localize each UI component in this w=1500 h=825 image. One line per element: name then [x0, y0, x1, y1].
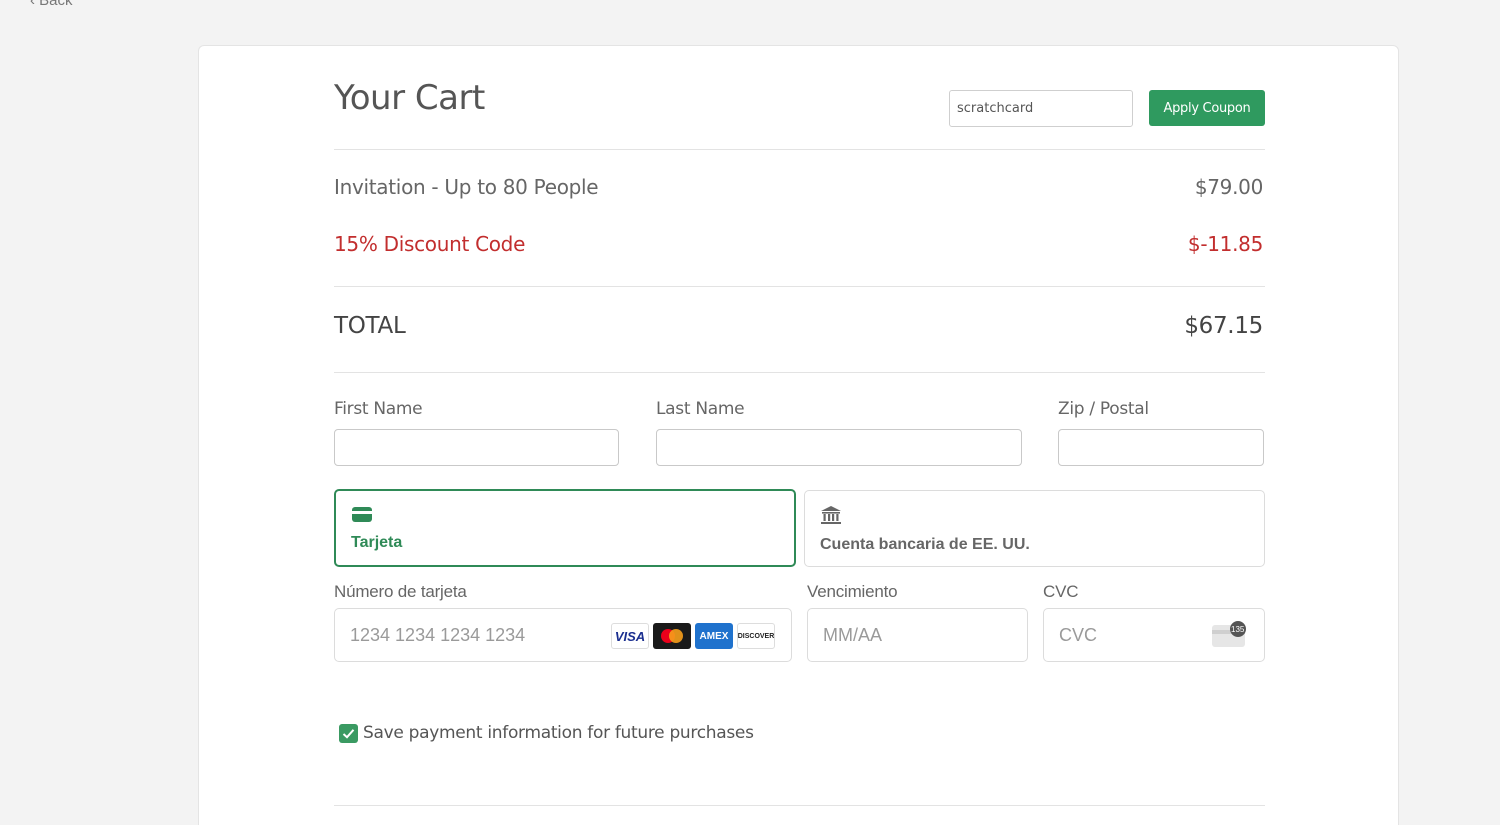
- discount-line: 15% Discount Code $-11.85: [334, 232, 1263, 256]
- apply-coupon-button[interactable]: Apply Coupon: [1149, 90, 1265, 126]
- line-item: Invitation - Up to 80 People $79.00: [334, 175, 1263, 199]
- cvc-hint-text: 135: [1231, 625, 1245, 634]
- cvc-hint-icon: 135: [1211, 620, 1247, 650]
- tab-bank-label: Cuenta bancaria de EE. UU.: [820, 536, 1030, 553]
- cvc-label: CVC: [1043, 582, 1079, 601]
- discover-icon: DISCOVER: [737, 623, 775, 649]
- tab-card-label: Tarjeta: [351, 534, 403, 551]
- cvc-wrapper: 135: [1043, 608, 1265, 662]
- expiry-input[interactable]: [807, 608, 1028, 662]
- line-item-label: Invitation - Up to 80 People: [334, 175, 599, 199]
- credit-card-icon: [351, 507, 373, 527]
- card-number-label: Número de tarjeta: [334, 582, 467, 601]
- first-name-label: First Name: [334, 399, 423, 419]
- total-line: TOTAL $67.15: [334, 313, 1263, 339]
- divider: [334, 805, 1265, 806]
- last-name-label: Last Name: [656, 399, 745, 419]
- first-name-field[interactable]: [334, 429, 619, 466]
- total-amount: $67.15: [1184, 313, 1263, 339]
- save-payment-label: Save payment information for future purc…: [363, 723, 754, 743]
- coupon-input[interactable]: [949, 90, 1133, 127]
- divider: [334, 149, 1265, 150]
- divider: [334, 286, 1265, 287]
- discount-label: 15% Discount Code: [334, 232, 526, 256]
- line-item-amount: $79.00: [1194, 175, 1263, 199]
- check-icon: [342, 728, 355, 739]
- save-payment-row[interactable]: Save payment information for future purc…: [339, 723, 754, 743]
- tab-card[interactable]: Tarjeta: [334, 489, 796, 567]
- discount-amount: $-11.85: [1187, 232, 1263, 256]
- mastercard-icon: [653, 623, 691, 649]
- amex-icon: AMEX: [695, 623, 733, 649]
- total-label: TOTAL: [334, 313, 406, 339]
- visa-icon: VISA: [611, 623, 649, 649]
- zip-label: Zip / Postal: [1058, 399, 1149, 419]
- save-payment-checkbox[interactable]: [339, 723, 358, 743]
- divider: [334, 372, 1265, 373]
- bank-icon: [820, 506, 842, 529]
- expiry-label: Vencimiento: [807, 582, 898, 601]
- last-name-field[interactable]: [656, 429, 1022, 466]
- checkout-card: Your Cart Apply Coupon Invitation - Up t…: [198, 45, 1399, 825]
- page-title: Your Cart: [334, 78, 485, 118]
- zip-field[interactable]: [1058, 429, 1264, 466]
- tab-bank-account[interactable]: Cuenta bancaria de EE. UU.: [804, 490, 1265, 567]
- back-link[interactable]: ‹ Back: [30, 0, 73, 9]
- card-number-wrapper: VISA AMEX DISCOVER: [334, 608, 792, 662]
